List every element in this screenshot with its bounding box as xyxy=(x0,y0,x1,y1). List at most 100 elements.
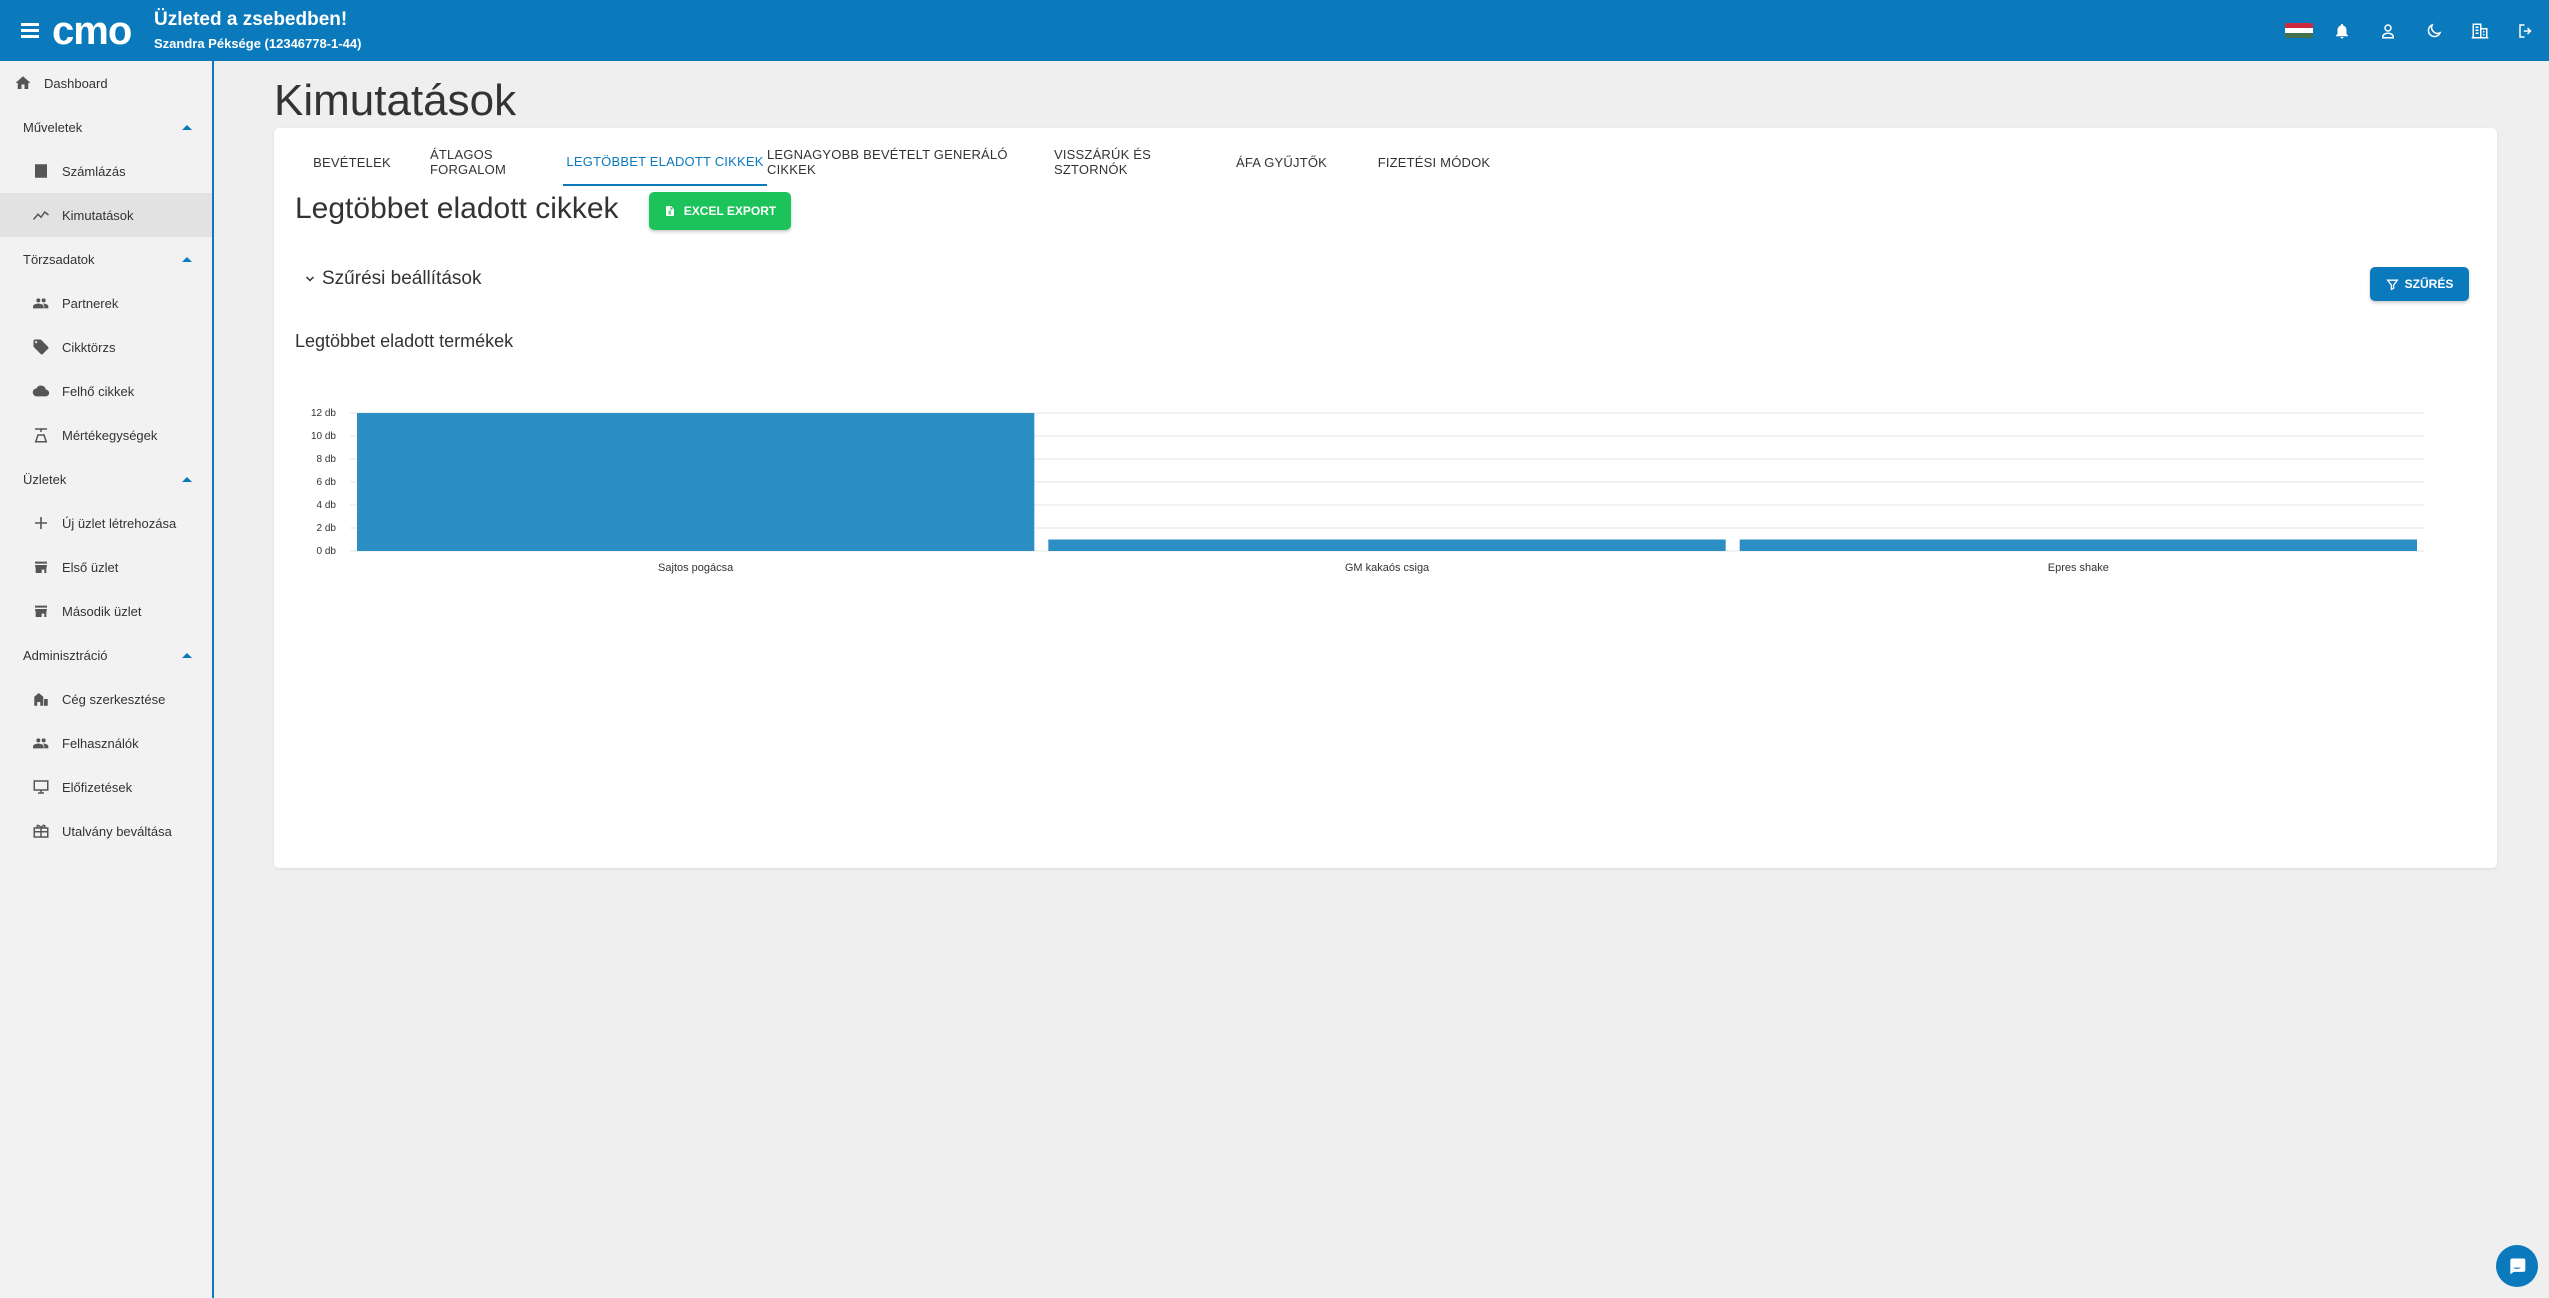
bell-icon[interactable] xyxy=(2319,0,2365,61)
sidebar-item-label: Cikktörzs xyxy=(62,339,116,355)
sidebar-item-label: Utalvány beváltása xyxy=(62,823,172,839)
y-tick-label: 10 db xyxy=(311,431,336,442)
top-app-bar: cmo Üzleted a zsebedben! Szandra Péksége… xyxy=(0,0,2549,61)
tab-visszaruk-es-sztornok[interactable]: Visszárúk és sztornók xyxy=(1054,138,1204,186)
sidebar-item-elofizetesek[interactable]: Előfizetések xyxy=(0,765,212,809)
menu-icon[interactable] xyxy=(0,0,60,61)
voucher-icon xyxy=(30,820,52,842)
report-tabs: Bevételek Átlagos forgalom Legtöbbet ela… xyxy=(274,138,1509,186)
sidebar-section-muveletek[interactable]: Műveletek xyxy=(0,105,212,149)
filter-button[interactable]: SZŰRÉS xyxy=(2370,267,2469,301)
x-tick-label: Epres shake xyxy=(2048,562,2109,574)
sidebar-item-label: Dashboard xyxy=(44,75,108,91)
sidebar-item-label: Számlázás xyxy=(62,163,126,179)
section-title: Legtöbbet eladott cikkek xyxy=(295,192,619,225)
filter-settings-label: Szűrési beállítások xyxy=(322,268,482,289)
bar-chart: 0 db 2 db 4 db 6 db 8 db 10 db 12 db Sajtos pog… xyxy=(311,408,2424,574)
sidebar-section-adminisztracio[interactable]: Adminisztráció xyxy=(0,633,212,677)
y-tick-label: 2 db xyxy=(317,523,337,534)
y-tick-label: 8 db xyxy=(317,454,337,465)
sidebar-item-ceg-szerkesztese[interactable]: Cég szerkesztése xyxy=(0,677,212,721)
chat-support-button[interactable] xyxy=(2496,1245,2538,1287)
sidebar-item-partnerek[interactable]: Partnerek xyxy=(0,281,212,325)
x-tick-label: GM kakaós csiga xyxy=(1345,562,1430,574)
sidebar-item-label: Kimutatások xyxy=(62,207,134,223)
hungarian-flag-icon[interactable] xyxy=(2285,22,2313,39)
sidebar-section-label: Törzsadatok xyxy=(23,251,95,267)
sidebar-item-elso-uzlet[interactable]: Első üzlet xyxy=(0,545,212,589)
store-title: Üzleted a zsebedben! xyxy=(154,8,348,30)
sidebar-section-label: Üzletek xyxy=(23,471,67,487)
subscription-icon xyxy=(30,776,52,798)
sidebar-item-felhasznalok[interactable]: Felhasználók xyxy=(0,721,212,765)
sidebar-item-dashboard[interactable]: Dashboard xyxy=(0,61,212,105)
chat-icon xyxy=(2510,1258,2526,1275)
tab-legtobbet-eladott-cikkek[interactable]: Legtöbbet eladott cikkek xyxy=(563,138,767,186)
people-icon xyxy=(30,732,52,754)
spreadsheet-icon xyxy=(665,206,674,216)
chevron-up-icon xyxy=(182,256,192,262)
tab-bevetelek[interactable]: Bevételek xyxy=(274,138,430,186)
account-icon[interactable] xyxy=(2365,0,2411,61)
store-icon xyxy=(30,600,52,622)
sidebar-item-kimutatasok[interactable]: Kimutatások xyxy=(0,193,212,237)
sidebar-item-uj-uzlet[interactable]: Új üzlet létrehozása xyxy=(0,501,212,545)
tab-fizetesi-modok[interactable]: Fizetési módok xyxy=(1359,138,1509,186)
chevron-up-icon xyxy=(182,652,192,658)
sidebar-item-mertekegysegek[interactable]: Mértékegységek xyxy=(0,413,212,457)
company-icon[interactable] xyxy=(2457,0,2503,61)
logout-icon[interactable] xyxy=(2503,0,2549,61)
sidebar-section-torzsadatok[interactable]: Törzsadatok xyxy=(0,237,212,281)
y-tick-label: 4 db xyxy=(317,500,337,511)
sidebar-item-label: Második üzlet xyxy=(62,603,142,619)
sidebar-item-szamlazas[interactable]: Számlázás xyxy=(0,149,212,193)
chart-title: Legtöbbet eladott termékek xyxy=(295,331,514,351)
bar[interactable] xyxy=(1739,539,2417,552)
sidebar-section-label: Műveletek xyxy=(23,119,83,135)
excel-export-label: EXCEL EXPORT xyxy=(683,204,777,218)
y-tick-label: 0 db xyxy=(317,546,337,557)
sidebar-item-label: Előfizetések xyxy=(62,779,133,795)
bar[interactable] xyxy=(1048,539,1726,552)
dark-mode-icon[interactable] xyxy=(2411,0,2457,61)
chevron-down-icon xyxy=(305,276,315,282)
store-icon xyxy=(30,556,52,578)
tab-atlagos-forgalom[interactable]: Átlagos forgalom xyxy=(430,138,560,186)
sidebar-section-label: Adminisztráció xyxy=(23,647,108,663)
report-card: Bevételek Átlagos forgalom Legtöbbet ela… xyxy=(274,128,2497,868)
y-tick-label: 12 db xyxy=(311,408,336,419)
sidebar-item-cikktorzs[interactable]: Cikktörzs xyxy=(0,325,212,369)
excel-export-button[interactable]: EXCEL EXPORT xyxy=(649,192,791,230)
cloud-icon xyxy=(30,380,52,402)
company-edit-icon xyxy=(30,688,52,710)
chart-line-icon xyxy=(30,204,52,226)
sidebar-item-label: Felhő cikkek xyxy=(62,383,135,399)
sidebar-item-label: Felhasználók xyxy=(62,735,139,751)
filter-settings-toggle[interactable]: Szűrési beállítások xyxy=(304,268,481,290)
top-actions xyxy=(2285,0,2549,61)
sidebar-section-uzletek[interactable]: Üzletek xyxy=(0,457,212,501)
tab-afa-gyujtok[interactable]: Áfa gyűjtők xyxy=(1204,138,1359,186)
tag-icon xyxy=(30,336,52,358)
sidebar-item-label: Partnerek xyxy=(62,295,119,311)
sidebar-item-masodik-uzlet[interactable]: Második üzlet xyxy=(0,589,212,633)
bar[interactable] xyxy=(357,413,1035,551)
sidebar: Dashboard Műveletek Számlázás Kimutatáso… xyxy=(0,61,214,1298)
cmo-logo[interactable]: cmo xyxy=(52,11,152,51)
receipt-icon xyxy=(30,160,52,182)
plus-icon xyxy=(30,512,52,534)
chevron-up-icon xyxy=(182,124,192,130)
sidebar-item-label: Első üzlet xyxy=(62,559,119,575)
tab-legnagyobb-bevetelt-generalo-cikkek[interactable]: Legnagyobb bevételt generáló cikkek xyxy=(767,138,1054,186)
store-info: Üzleted a zsebedben! Szandra Péksége (12… xyxy=(154,8,361,54)
y-tick-label: 6 db xyxy=(317,477,337,488)
sidebar-item-label: Új üzlet létrehozása xyxy=(62,515,177,531)
sidebar-item-utalvany[interactable]: Utalvány beváltása xyxy=(0,809,212,853)
chevron-up-icon xyxy=(182,476,192,482)
x-tick-label: Sajtos pogácsa xyxy=(658,562,734,574)
page-title: Kimutatások xyxy=(274,76,517,125)
filter-icon xyxy=(2385,279,2399,290)
sidebar-item-label: Mértékegységek xyxy=(62,427,158,443)
sidebar-item-felho-cikkek[interactable]: Felhő cikkek xyxy=(0,369,212,413)
sidebar-item-label: Cég szerkesztése xyxy=(62,691,166,707)
